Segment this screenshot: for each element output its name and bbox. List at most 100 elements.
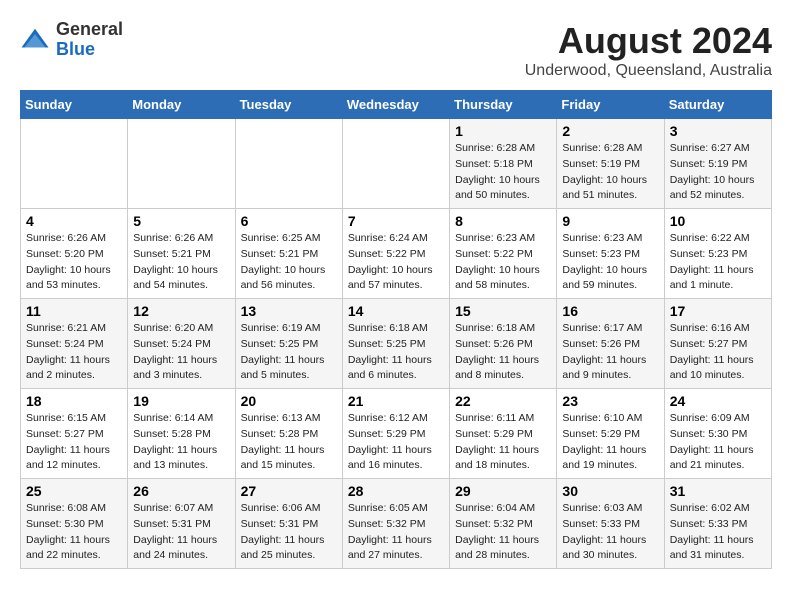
calendar-cell: 25 Sunrise: 6:08 AMSunset: 5:30 PMDayligh… — [21, 479, 128, 569]
logo-icon — [20, 25, 50, 55]
calendar-cell: 4 Sunrise: 6:26 AMSunset: 5:20 PMDaylight… — [21, 209, 128, 299]
weekday-header-tuesday: Tuesday — [235, 91, 342, 119]
day-number: 9 — [562, 213, 658, 229]
day-number: 19 — [133, 393, 229, 409]
day-info: Sunrise: 6:14 AMSunset: 5:28 PMDaylight:… — [133, 411, 229, 474]
calendar-week-row: 18 Sunrise: 6:15 AMSunset: 5:27 PMDayligh… — [21, 389, 772, 479]
calendar-cell: 1 Sunrise: 6:28 AMSunset: 5:18 PMDaylight… — [450, 119, 557, 209]
day-info: Sunrise: 6:10 AMSunset: 5:29 PMDaylight:… — [562, 411, 658, 474]
day-info: Sunrise: 6:26 AMSunset: 5:21 PMDaylight:… — [133, 231, 229, 294]
day-number: 10 — [670, 213, 766, 229]
day-number: 22 — [455, 393, 551, 409]
calendar-cell: 6 Sunrise: 6:25 AMSunset: 5:21 PMDaylight… — [235, 209, 342, 299]
day-number: 16 — [562, 303, 658, 319]
calendar-cell: 9 Sunrise: 6:23 AMSunset: 5:23 PMDaylight… — [557, 209, 664, 299]
day-number: 27 — [241, 483, 337, 499]
day-info: Sunrise: 6:23 AMSunset: 5:22 PMDaylight:… — [455, 231, 551, 294]
calendar-cell: 10Sunrise: 6:22 AMSunset: 5:23 PMDayligh… — [664, 209, 771, 299]
day-number: 20 — [241, 393, 337, 409]
day-number: 25 — [26, 483, 122, 499]
calendar-cell — [128, 119, 235, 209]
day-info: Sunrise: 6:24 AMSunset: 5:22 PMDaylight:… — [348, 231, 444, 294]
day-number: 18 — [26, 393, 122, 409]
calendar-cell: 16 Sunrise: 6:17 AMSunset: 5:26 PMDayligh… — [557, 299, 664, 389]
day-number: 28 — [348, 483, 444, 499]
day-info: Sunrise: 6:28 AMSunset: 5:19 PMDaylight:… — [562, 141, 658, 204]
weekday-header-monday: Monday — [128, 91, 235, 119]
day-info: Sunrise: 6:25 AMSunset: 5:21 PMDaylight:… — [241, 231, 337, 294]
logo: General Blue — [20, 20, 123, 60]
title-area: August 2024 Underwood, Queensland, Austr… — [525, 20, 772, 80]
day-info: Sunrise: 6:28 AMSunset: 5:18 PMDaylight:… — [455, 141, 551, 204]
calendar-cell — [21, 119, 128, 209]
day-number: 30 — [562, 483, 658, 499]
day-info: Sunrise: 6:15 AMSunset: 5:27 PMDaylight:… — [26, 411, 122, 474]
day-info: Sunrise: 6:08 AMSunset: 5:30 PMDaylight:… — [26, 501, 122, 564]
calendar-week-row: 4 Sunrise: 6:26 AMSunset: 5:20 PMDaylight… — [21, 209, 772, 299]
day-number: 15 — [455, 303, 551, 319]
day-info: Sunrise: 6:18 AMSunset: 5:26 PMDaylight:… — [455, 321, 551, 384]
day-number: 13 — [241, 303, 337, 319]
weekday-header-row: SundayMondayTuesdayWednesdayThursdayFrid… — [21, 91, 772, 119]
calendar-cell: 28Sunrise: 6:05 AMSunset: 5:32 PMDayligh… — [342, 479, 449, 569]
day-number: 14 — [348, 303, 444, 319]
day-number: 31 — [670, 483, 766, 499]
day-info: Sunrise: 6:12 AMSunset: 5:29 PMDaylight:… — [348, 411, 444, 474]
calendar-cell: 3Sunrise: 6:27 AMSunset: 5:19 PMDaylight… — [664, 119, 771, 209]
day-info: Sunrise: 6:07 AMSunset: 5:31 PMDaylight:… — [133, 501, 229, 564]
day-info: Sunrise: 6:17 AMSunset: 5:26 PMDaylight:… — [562, 321, 658, 384]
day-number: 29 — [455, 483, 551, 499]
day-number: 26 — [133, 483, 229, 499]
calendar-cell: 13 Sunrise: 6:19 AMSunset: 5:25 PMDayligh… — [235, 299, 342, 389]
day-info: Sunrise: 6:20 AMSunset: 5:24 PMDaylight:… — [133, 321, 229, 384]
weekday-header-saturday: Saturday — [664, 91, 771, 119]
calendar-cell: 2 Sunrise: 6:28 AMSunset: 5:19 PMDaylight… — [557, 119, 664, 209]
day-info: Sunrise: 6:11 AMSunset: 5:29 PMDaylight:… — [455, 411, 551, 474]
logo-text: General Blue — [56, 20, 123, 60]
day-number: 24 — [670, 393, 766, 409]
calendar-cell — [235, 119, 342, 209]
weekday-header-wednesday: Wednesday — [342, 91, 449, 119]
calendar-cell: 30 Sunrise: 6:03 AMSunset: 5:33 PMDayligh… — [557, 479, 664, 569]
day-info: Sunrise: 6:23 AMSunset: 5:23 PMDaylight:… — [562, 231, 658, 294]
calendar-week-row: 1 Sunrise: 6:28 AMSunset: 5:18 PMDaylight… — [21, 119, 772, 209]
day-info: Sunrise: 6:04 AMSunset: 5:32 PMDaylight:… — [455, 501, 551, 564]
calendar-cell: 19 Sunrise: 6:14 AMSunset: 5:28 PMDayligh… — [128, 389, 235, 479]
calendar-cell: 21 Sunrise: 6:12 AMSunset: 5:29 PMDayligh… — [342, 389, 449, 479]
calendar-cell — [342, 119, 449, 209]
day-number: 12 — [133, 303, 229, 319]
calendar-cell: 8 Sunrise: 6:23 AMSunset: 5:22 PMDaylight… — [450, 209, 557, 299]
day-number: 1 — [455, 123, 551, 139]
calendar-cell: 12 Sunrise: 6:20 AMSunset: 5:24 PMDayligh… — [128, 299, 235, 389]
location-title: Underwood, Queensland, Australia — [525, 62, 772, 80]
day-info: Sunrise: 6:09 AMSunset: 5:30 PMDaylight:… — [670, 411, 766, 474]
day-info: Sunrise: 6:19 AMSunset: 5:25 PMDaylight:… — [241, 321, 337, 384]
day-number: 2 — [562, 123, 658, 139]
day-number: 4 — [26, 213, 122, 229]
day-number: 23 — [562, 393, 658, 409]
calendar-cell: 17Sunrise: 6:16 AMSunset: 5:27 PMDayligh… — [664, 299, 771, 389]
day-number: 6 — [241, 213, 337, 229]
day-info: Sunrise: 6:27 AMSunset: 5:19 PMDaylight:… — [670, 141, 766, 204]
calendar-cell: 31 Sunrise: 6:02 AMSunset: 5:33 PMDayligh… — [664, 479, 771, 569]
day-info: Sunrise: 6:13 AMSunset: 5:28 PMDaylight:… — [241, 411, 337, 474]
day-info: Sunrise: 6:03 AMSunset: 5:33 PMDaylight:… — [562, 501, 658, 564]
calendar-cell: 26 Sunrise: 6:07 AMSunset: 5:31 PMDayligh… — [128, 479, 235, 569]
day-info: Sunrise: 6:26 AMSunset: 5:20 PMDaylight:… — [26, 231, 122, 294]
day-info: Sunrise: 6:21 AMSunset: 5:24 PMDaylight:… — [26, 321, 122, 384]
calendar-cell: 11 Sunrise: 6:21 AMSunset: 5:24 PMDayligh… — [21, 299, 128, 389]
calendar-cell: 29 Sunrise: 6:04 AMSunset: 5:32 PMDayligh… — [450, 479, 557, 569]
day-info: Sunrise: 6:02 AMSunset: 5:33 PMDaylight:… — [670, 501, 766, 564]
day-number: 8 — [455, 213, 551, 229]
weekday-header-friday: Friday — [557, 91, 664, 119]
calendar-cell: 20 Sunrise: 6:13 AMSunset: 5:28 PMDayligh… — [235, 389, 342, 479]
month-title: August 2024 — [525, 20, 772, 62]
page-header: General Blue August 2024 Underwood, Quee… — [20, 20, 772, 80]
calendar-cell: 5Sunrise: 6:26 AMSunset: 5:21 PMDaylight… — [128, 209, 235, 299]
day-info: Sunrise: 6:18 AMSunset: 5:25 PMDaylight:… — [348, 321, 444, 384]
day-number: 7 — [348, 213, 444, 229]
day-number: 11 — [26, 303, 122, 319]
day-number: 21 — [348, 393, 444, 409]
calendar-table: SundayMondayTuesdayWednesdayThursdayFrid… — [20, 90, 772, 569]
day-info: Sunrise: 6:06 AMSunset: 5:31 PMDaylight:… — [241, 501, 337, 564]
